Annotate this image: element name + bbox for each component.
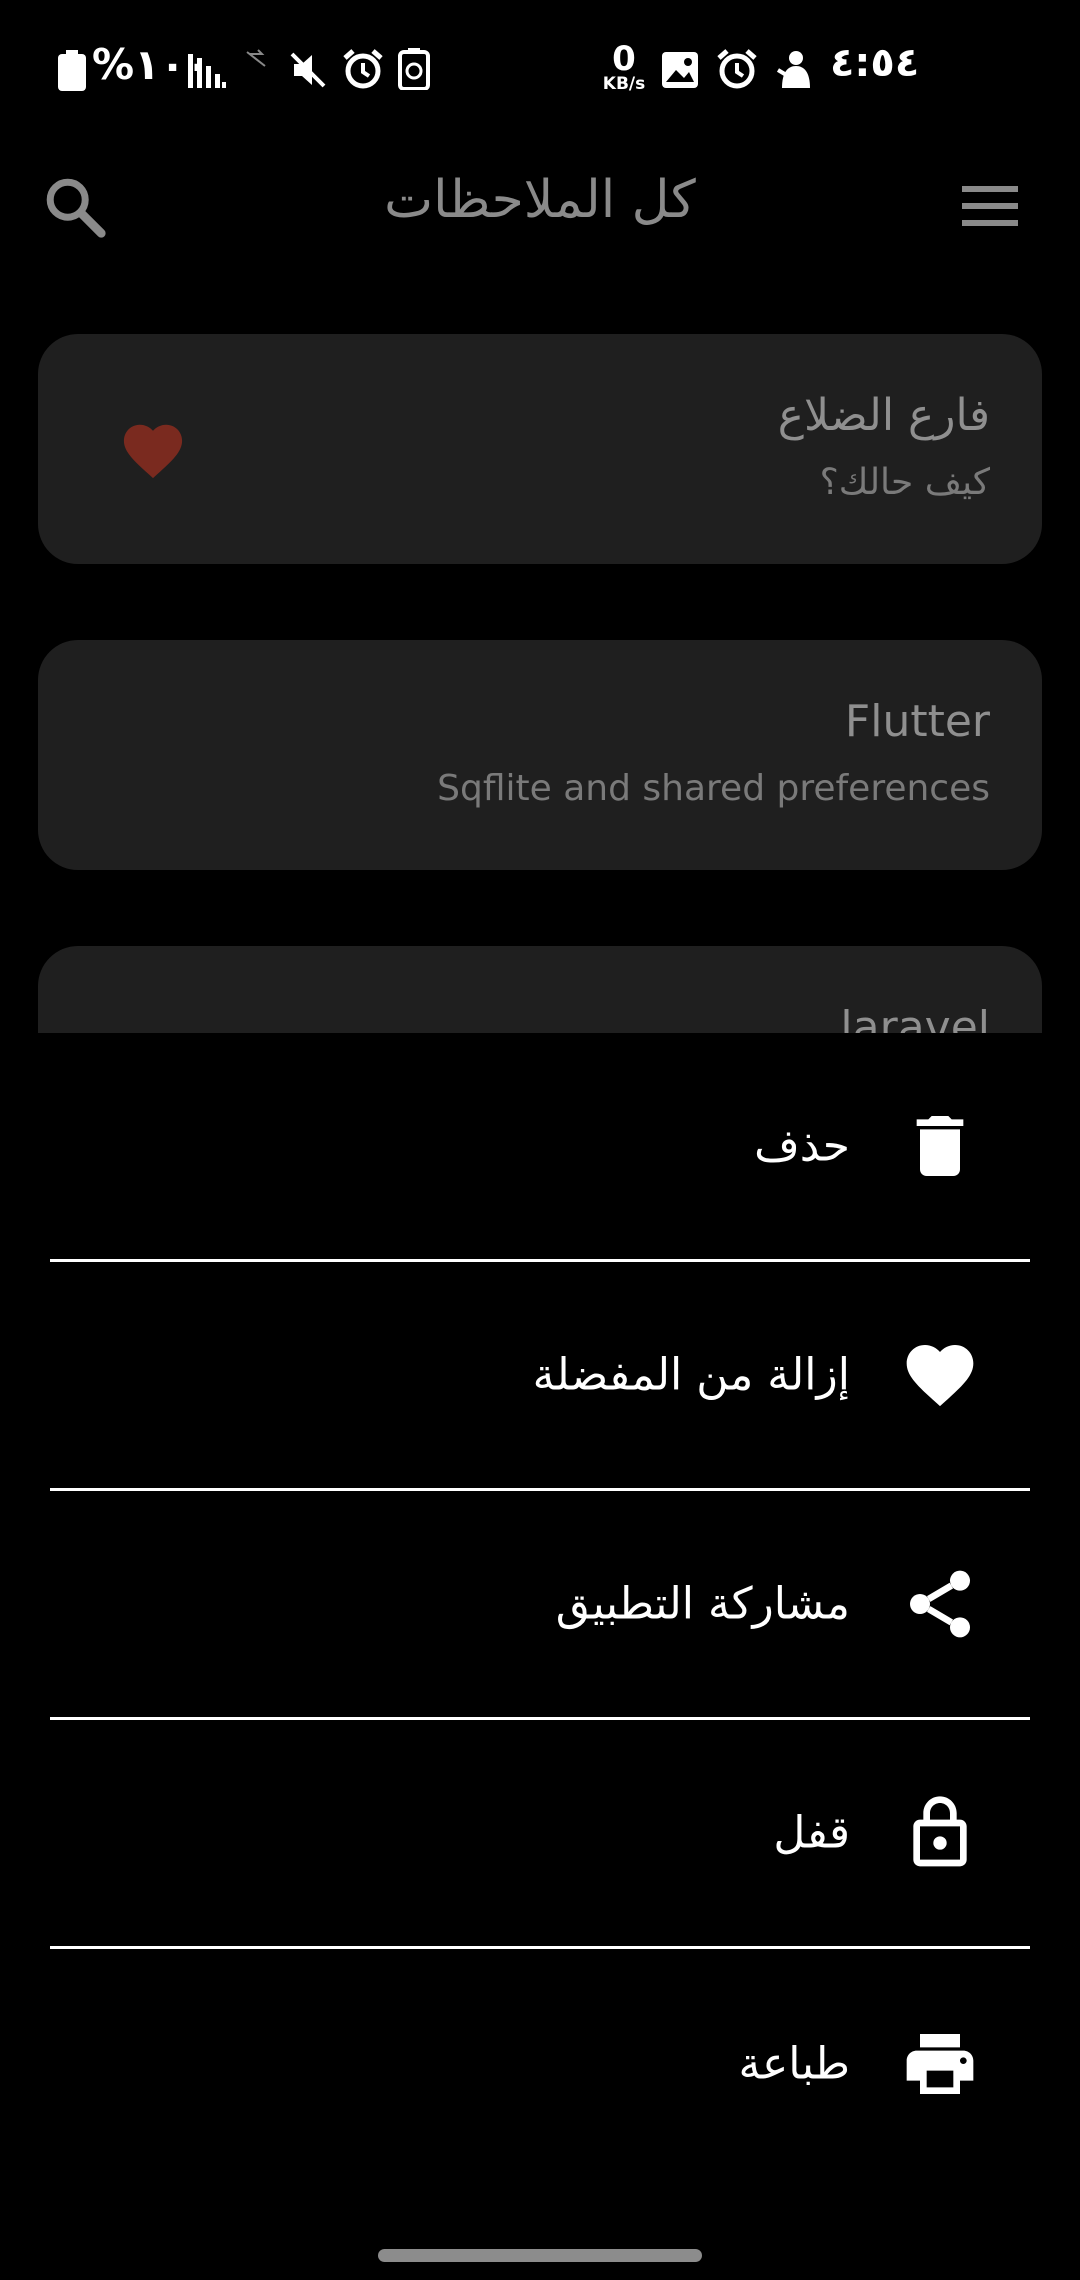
note-card[interactable]: Flutter Sqflite and shared preferences xyxy=(38,640,1042,870)
print-icon xyxy=(900,2024,980,2104)
note-body: كيف حالك؟ xyxy=(819,462,990,503)
lock-label: قفل xyxy=(773,1807,850,1859)
options-bottom-sheet: حذف إزالة من المفضلة مشاركة التطبيق قفل xyxy=(0,1033,1080,2280)
remove-favorite-label: إزالة من المفضلة xyxy=(532,1349,850,1401)
note-card[interactable]: فارع الضلاع كيف حالك؟ xyxy=(38,334,1042,564)
print-option[interactable]: طباعة xyxy=(50,1949,1030,2178)
share-app-label: مشاركة التطبيق xyxy=(555,1578,850,1630)
note-title: laravel xyxy=(840,1002,990,1033)
favorite-heart-icon[interactable] xyxy=(118,416,188,480)
note-body: Sqflite and shared preferences xyxy=(437,768,990,809)
note-card[interactable]: laravel xyxy=(38,946,1042,1033)
trash-icon xyxy=(900,1106,980,1186)
delete-label: حذف xyxy=(754,1120,850,1172)
home-indicator[interactable] xyxy=(378,2249,702,2262)
print-label: طباعة xyxy=(738,2038,850,2089)
heart-icon xyxy=(900,1335,980,1415)
lock-icon xyxy=(900,1793,980,1873)
note-title: فارع الضلاع xyxy=(777,390,990,441)
page-title: كل الملاحظات xyxy=(384,170,696,230)
menu-icon[interactable] xyxy=(954,176,1024,236)
share-app-option[interactable]: مشاركة التطبيق xyxy=(50,1491,1030,1720)
remove-favorite-option[interactable]: إزالة من المفضلة xyxy=(50,1262,1030,1491)
share-icon xyxy=(900,1564,980,1644)
lock-option[interactable]: قفل xyxy=(50,1720,1030,1949)
note-title: Flutter xyxy=(844,696,990,747)
app-screen: %١٠٠ 0 KB/s ٤:٥٤ فارع الضلاع كيف حالك؟ F… xyxy=(0,0,1080,2280)
app-bar: كل الملاحظات xyxy=(0,150,1080,260)
delete-option[interactable]: حذف xyxy=(50,1033,1030,1262)
